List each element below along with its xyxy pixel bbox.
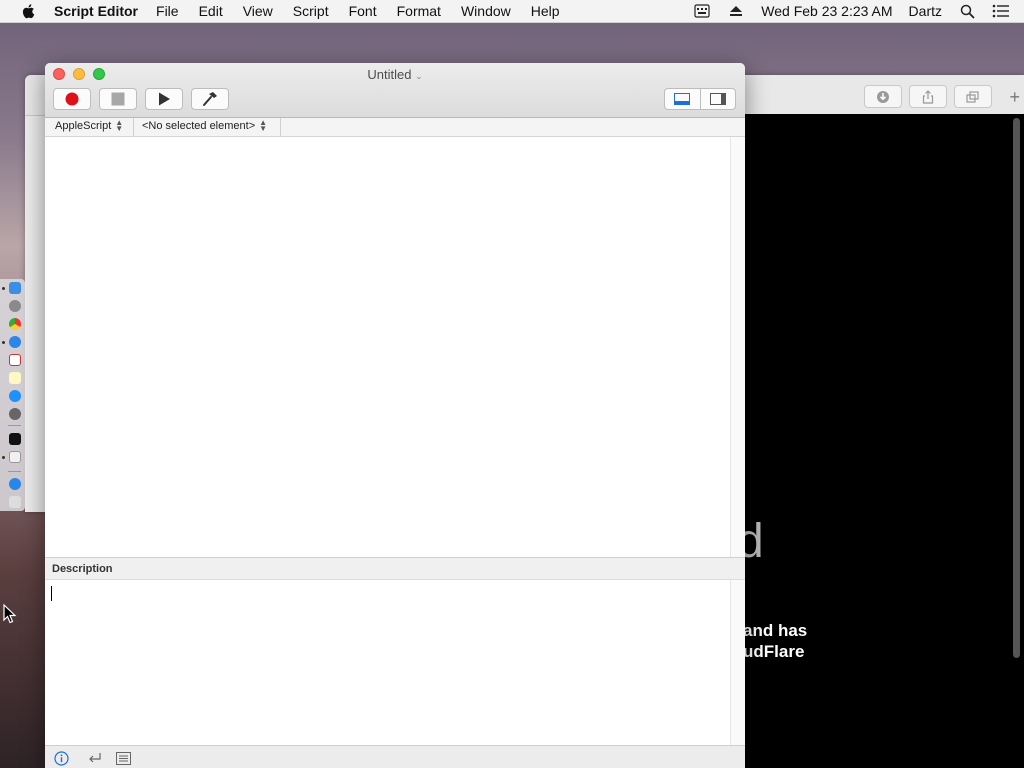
run-button[interactable]	[145, 88, 183, 110]
element-popup[interactable]: <No selected element> ▲ ▼	[142, 118, 268, 133]
bottom-bar	[45, 745, 745, 768]
terminal-icon[interactable]	[9, 433, 21, 445]
tabs-overview-button[interactable]	[954, 85, 992, 108]
menu-edit[interactable]: Edit	[199, 3, 223, 19]
script-editor-window: Untitled ⌄ AppleScript ▲ ▼ <No selected …	[45, 63, 745, 768]
bottom-pane-button[interactable]	[665, 89, 700, 109]
downloads-icon[interactable]	[9, 478, 21, 490]
menu-help[interactable]: Help	[531, 3, 560, 19]
keyboard-input-icon[interactable]	[693, 2, 711, 20]
language-popup[interactable]: AppleScript ▲ ▼	[55, 118, 124, 133]
menubar-user[interactable]: Dartz	[909, 3, 942, 19]
app-store-icon[interactable]	[9, 390, 21, 402]
info-button[interactable]	[53, 750, 69, 766]
menu-script[interactable]: Script	[293, 3, 329, 19]
background-page-content: d and has udFlare	[745, 114, 1024, 768]
return-button[interactable]	[86, 750, 102, 766]
calendar-icon[interactable]	[9, 354, 21, 366]
menu-bar: Script Editor File Edit View Script Font…	[0, 0, 1024, 23]
bottom-pane-icon	[674, 93, 691, 105]
text-caret	[51, 586, 52, 601]
share-button[interactable]	[909, 85, 947, 108]
log-list-button[interactable]	[115, 750, 131, 766]
description-header: Description	[45, 557, 745, 580]
script-editor-icon[interactable]	[9, 451, 21, 463]
stop-icon	[111, 92, 125, 106]
side-pane-button[interactable]	[699, 89, 736, 109]
chrome-icon[interactable]	[9, 318, 21, 330]
app-menu[interactable]: Script Editor	[54, 3, 138, 19]
apple-icon[interactable]	[20, 2, 38, 20]
background-scrollbar[interactable]	[1013, 118, 1020, 658]
editor-scrollbar[interactable]	[730, 137, 745, 557]
info-icon	[53, 750, 69, 766]
menu-view[interactable]: View	[243, 3, 273, 19]
hammer-icon	[203, 92, 217, 106]
trash-icon[interactable]	[9, 496, 21, 508]
menu-file[interactable]: File	[156, 3, 179, 19]
record-icon	[65, 92, 79, 106]
menu-font[interactable]: Font	[349, 3, 377, 19]
launchpad-icon[interactable]	[9, 300, 21, 312]
system-preferences-icon[interactable]	[9, 408, 21, 420]
navigation-bar: AppleScript ▲ ▼ <No selected element> ▲ ▼	[45, 118, 745, 137]
background-text: and has udFlare	[745, 621, 808, 661]
description-scrollbar[interactable]	[730, 580, 745, 745]
background-heading: d	[745, 515, 764, 568]
notification-center-icon[interactable]	[992, 2, 1010, 20]
script-editor-area[interactable]	[45, 137, 730, 557]
updown-arrow-icon: ▲ ▼	[115, 118, 124, 133]
eject-icon[interactable]	[727, 2, 745, 20]
compile-button[interactable]	[191, 88, 229, 110]
download-button[interactable]	[864, 85, 902, 108]
new-tab-button[interactable]: +	[1009, 87, 1020, 108]
description-field[interactable]	[45, 580, 730, 745]
menu-window[interactable]: Window	[461, 3, 511, 19]
stop-button[interactable]	[99, 88, 137, 110]
finder-icon[interactable]	[9, 282, 21, 294]
window-title[interactable]: Untitled ⌄	[45, 67, 745, 82]
menu-format[interactable]: Format	[397, 3, 441, 19]
notes-icon[interactable]	[9, 372, 21, 384]
view-toggle	[664, 88, 736, 110]
spotlight-icon[interactable]	[958, 2, 976, 20]
chevron-down-icon: ⌄	[415, 71, 423, 81]
title-bar: Untitled ⌄	[45, 63, 745, 118]
run-icon	[159, 92, 170, 106]
return-icon	[88, 752, 101, 762]
record-button[interactable]	[53, 88, 91, 110]
safari-icon[interactable]	[9, 336, 21, 348]
side-pane-icon	[709, 93, 726, 105]
menubar-clock[interactable]: Wed Feb 23 2:23 AM	[761, 3, 892, 19]
updown-arrow-icon: ▲ ▼	[259, 118, 268, 133]
dock	[0, 279, 25, 511]
log-list-icon	[115, 751, 131, 765]
mouse-cursor-icon	[3, 604, 17, 624]
